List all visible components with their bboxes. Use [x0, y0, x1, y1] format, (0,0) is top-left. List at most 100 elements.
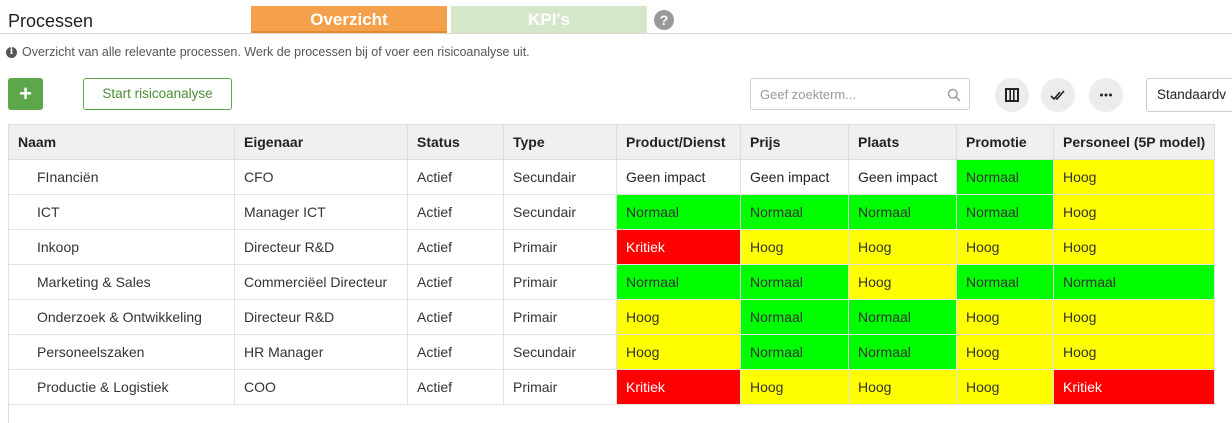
columns-button[interactable]: [995, 78, 1029, 112]
tab-kpis[interactable]: KPI's: [451, 6, 647, 34]
cell-eigenaar: Commerciëel Directeur: [234, 264, 408, 300]
table-row[interactable]: Productie & Logistiek COO Actief Primair Kri…: [8, 369, 1215, 405]
cell-plaats: Hoog: [848, 369, 957, 405]
more-options-button[interactable]: [1089, 78, 1123, 112]
columns-icon: [1005, 88, 1019, 102]
cell-naam: Inkoop: [8, 229, 235, 265]
cell-naam: Onderzoek & Ontwikkeling: [8, 299, 235, 335]
cell-promotie: Hoog: [956, 229, 1054, 265]
cell-personeel: Hoog: [1053, 194, 1215, 230]
cell-promotie: Hoog: [956, 334, 1054, 370]
column-header-status[interactable]: Status: [407, 124, 504, 160]
cell-personeel: Normaal: [1053, 264, 1215, 300]
cell-status: Actief: [407, 194, 504, 230]
select-all-button[interactable]: [1041, 78, 1075, 112]
cell-eigenaar: CFO: [234, 159, 408, 195]
column-header-product-dienst[interactable]: Product/Dienst: [616, 124, 741, 160]
add-process-button[interactable]: +: [8, 78, 43, 110]
cell-promotie: Hoog: [956, 369, 1054, 405]
cell-product-dienst: Hoog: [616, 299, 741, 335]
cell-naam: FInanciën: [8, 159, 235, 195]
cell-personeel: Hoog: [1053, 334, 1215, 370]
cell-product-dienst: Kritiek: [616, 229, 741, 265]
table-row[interactable]: Marketing & Sales Commerciëel Directeur Ac…: [8, 264, 1215, 300]
cell-promotie: Normaal: [956, 264, 1054, 300]
cell-product-dienst: Hoog: [616, 334, 741, 370]
column-header-type[interactable]: Type: [503, 124, 617, 160]
cell-prijs: Normaal: [740, 264, 849, 300]
cell-status: Actief: [407, 159, 504, 195]
cell-naam: ICT: [8, 194, 235, 230]
table-header-row: Naam Eigenaar Status Type Product/Dienst…: [8, 124, 1215, 160]
cell-naam: Personeelszaken: [8, 334, 235, 370]
cell-product-dienst: Normaal: [616, 264, 741, 300]
view-select[interactable]: Standaardv: [1146, 78, 1232, 112]
cell-promotie: Hoog: [956, 299, 1054, 335]
help-icon[interactable]: ?: [654, 10, 674, 30]
cell-plaats: Normaal: [848, 299, 957, 335]
table-row[interactable]: Personeelszaken HR Manager Actief Secundair…: [8, 334, 1215, 370]
cell-eigenaar: Directeur R&D: [234, 299, 408, 335]
column-header-naam[interactable]: Naam: [8, 124, 235, 160]
cell-status: Actief: [407, 299, 504, 335]
column-header-prijs[interactable]: Prijs: [740, 124, 849, 160]
cell-product-dienst: Geen impact: [616, 159, 741, 195]
table-row[interactable]: Onderzoek & Ontwikkeling Directeur R&D Act…: [8, 299, 1215, 335]
cell-prijs: Hoog: [740, 369, 849, 405]
tab-overzicht[interactable]: Overzicht: [251, 6, 447, 34]
cell-plaats: Hoog: [848, 264, 957, 300]
cell-plaats: Geen impact: [848, 159, 957, 195]
column-header-plaats[interactable]: Plaats: [848, 124, 957, 160]
column-header-promotie[interactable]: Promotie: [956, 124, 1054, 160]
cell-prijs: Normaal: [740, 299, 849, 335]
cell-personeel: Kritiek: [1053, 369, 1215, 405]
cell-product-dienst: Kritiek: [616, 369, 741, 405]
cell-type: Secundair: [503, 159, 617, 195]
cell-promotie: Normaal: [956, 159, 1054, 195]
table-row[interactable]: Inkoop Directeur R&D Actief Primair Kritiek H…: [8, 229, 1215, 265]
cell-eigenaar: Directeur R&D: [234, 229, 408, 265]
start-risk-analysis-button[interactable]: Start risicoanalyse: [83, 78, 232, 110]
search-icon[interactable]: [947, 88, 961, 102]
more-icon: [1100, 93, 1112, 97]
cell-personeel: Hoog: [1053, 229, 1215, 265]
cell-plaats: Normaal: [848, 194, 957, 230]
page-header: Processen Overzicht KPI's ?: [0, 0, 1232, 36]
cell-status: Actief: [407, 264, 504, 300]
cell-type: Secundair: [503, 334, 617, 370]
process-table: Naam Eigenaar Status Type Product/Dienst…: [8, 124, 1215, 405]
cell-type: Primair: [503, 299, 617, 335]
info-icon: i: [6, 46, 17, 58]
cell-status: Actief: [407, 369, 504, 405]
info-line: i Overzicht van alle relevante processen…: [6, 45, 530, 59]
cell-naam: Productie & Logistiek: [8, 369, 235, 405]
cell-type: Primair: [503, 229, 617, 265]
cell-plaats: Normaal: [848, 334, 957, 370]
cell-prijs: Normaal: [740, 334, 849, 370]
cell-promotie: Normaal: [956, 194, 1054, 230]
column-header-eigenaar[interactable]: Eigenaar: [234, 124, 408, 160]
cell-prijs: Geen impact: [740, 159, 849, 195]
page-title: Processen: [8, 11, 94, 31]
table-row[interactable]: ICT Manager ICT Actief Secundair Normaal Norm…: [8, 194, 1215, 230]
cell-type: Primair: [503, 264, 617, 300]
cell-eigenaar: HR Manager: [234, 334, 408, 370]
cell-naam: Marketing & Sales: [8, 264, 235, 300]
info-text: Overzicht van alle relevante processen. …: [22, 45, 530, 59]
search-input[interactable]: [751, 79, 941, 109]
cell-personeel: Hoog: [1053, 159, 1215, 195]
header-divider: [0, 33, 1232, 34]
double-check-icon: [1050, 90, 1065, 101]
cell-plaats: Hoog: [848, 229, 957, 265]
cell-status: Actief: [407, 229, 504, 265]
table-row[interactable]: FInanciën CFO Actief Secundair Geen impact Ge…: [8, 159, 1215, 195]
cell-eigenaar: Manager ICT: [234, 194, 408, 230]
cell-prijs: Normaal: [740, 194, 849, 230]
cell-type: Secundair: [503, 194, 617, 230]
column-header-personeel[interactable]: Personeel (5P model): [1053, 124, 1215, 160]
search-box: [750, 78, 970, 110]
cell-personeel: Hoog: [1053, 299, 1215, 335]
table-border: [8, 404, 9, 423]
cell-status: Actief: [407, 334, 504, 370]
cell-prijs: Hoog: [740, 229, 849, 265]
